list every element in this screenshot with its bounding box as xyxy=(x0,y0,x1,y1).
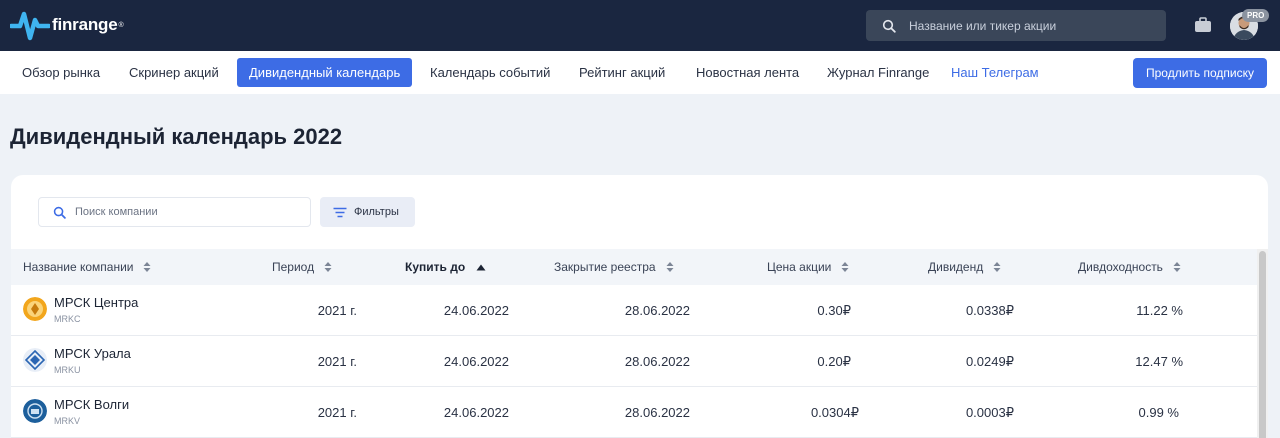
column-label: Закрытие реестра xyxy=(554,260,656,274)
buy-before-cell: 24.06.2022 xyxy=(443,303,509,318)
nav-stock-screener[interactable]: Скринер акций xyxy=(117,58,231,87)
column-dividend[interactable]: Дивиденд xyxy=(928,249,1001,285)
dividend-yield-cell: 12.47 % xyxy=(1135,354,1183,369)
nav-dividend-calendar[interactable]: Дивидендный календарь xyxy=(237,58,413,87)
pro-badge: PRO xyxy=(1242,9,1270,22)
mrsk-urala-logo-icon xyxy=(23,348,47,372)
column-label: Период xyxy=(272,260,315,274)
sort-icon xyxy=(143,262,151,272)
search-icon xyxy=(882,19,896,33)
filters-label: Фильтры xyxy=(354,206,399,218)
logo-text: finrange xyxy=(52,15,118,34)
search-icon xyxy=(53,206,66,219)
scrollbar-thumb[interactable] xyxy=(1259,251,1266,438)
company-ticker: MRKU xyxy=(54,365,81,375)
column-share-price[interactable]: Цена акции xyxy=(767,249,849,285)
column-registry-close[interactable]: Закрытие реестра xyxy=(554,249,674,285)
company-name[interactable]: МРСК Центра xyxy=(54,295,138,310)
company-name[interactable]: МРСК Урала xyxy=(54,346,131,361)
logo-registered-mark: ® xyxy=(118,21,124,29)
ticker-search-input[interactable]: Название или тикер акции xyxy=(866,10,1166,41)
nav-news-feed[interactable]: Новостная лента xyxy=(684,58,811,87)
table-scrollbar[interactable] xyxy=(1257,249,1268,438)
column-label: Название компании xyxy=(23,260,134,274)
table-header: Название компании Период Купить до Закры… xyxy=(11,249,1257,285)
column-label: Цена акции xyxy=(767,260,832,274)
registry-close-cell: 28.06.2022 xyxy=(624,354,690,369)
top-bar: finrange ® Название или тикер акции PRO xyxy=(0,0,1280,51)
table-row[interactable]: МРСК Волги MRKV 2021 г. 24.06.2022 28.06… xyxy=(11,387,1257,438)
company-ticker: MRKV xyxy=(54,416,81,426)
registry-close-cell: 28.06.2022 xyxy=(624,405,690,420)
period-cell: 2021 г. xyxy=(317,354,357,369)
main-nav: Обзор рынка Скринер акций Дивидендный ка… xyxy=(0,51,1280,94)
sort-icon xyxy=(993,262,1001,272)
filters-button[interactable]: Фильтры xyxy=(320,197,415,227)
share-price-cell: 0.20₽ xyxy=(817,354,851,369)
column-company-name[interactable]: Название компании xyxy=(23,249,151,285)
dividend-yield-cell: 0.99 % xyxy=(1138,405,1179,420)
dividend-cell: 0.0003₽ xyxy=(965,405,1014,420)
sort-ascending-icon xyxy=(476,264,486,270)
sort-icon xyxy=(841,262,849,272)
column-label: Дивдоходность xyxy=(1078,260,1163,274)
table-row[interactable]: МРСК Урала MRKU 2021 г. 24.06.2022 28.06… xyxy=(11,336,1257,387)
table-row[interactable]: МРСК Центра MRKC 2021 г. 24.06.2022 28.0… xyxy=(11,285,1257,336)
column-period[interactable]: Период xyxy=(272,249,332,285)
column-label: Купить до xyxy=(405,260,466,274)
ticker-search-placeholder: Название или тикер акции xyxy=(909,18,1057,33)
company-search-placeholder: Поиск компании xyxy=(75,206,158,218)
logo-pulse-icon xyxy=(10,11,50,41)
share-price-cell: 0.30₽ xyxy=(817,303,851,318)
column-buy-before[interactable]: Купить до xyxy=(405,249,486,285)
buy-before-cell: 24.06.2022 xyxy=(443,354,509,369)
dividend-cell: 0.0338₽ xyxy=(965,303,1014,318)
page-title: Дивидендный календарь 2022 xyxy=(10,124,343,149)
registry-close-cell: 28.06.2022 xyxy=(624,303,690,318)
period-cell: 2021 г. xyxy=(317,303,357,318)
sort-icon xyxy=(666,262,674,272)
column-dividend-yield[interactable]: Дивдоходность xyxy=(1078,249,1181,285)
share-price-cell: 0.0304₽ xyxy=(810,405,859,420)
company-name[interactable]: МРСК Волги xyxy=(54,397,129,412)
portfolio-briefcase-icon[interactable] xyxy=(1194,17,1212,33)
renew-subscription-button[interactable]: Продлить подписку xyxy=(1133,58,1267,88)
buy-before-cell: 24.06.2022 xyxy=(443,405,509,420)
nav-events-calendar[interactable]: Календарь событий xyxy=(418,58,562,87)
company-ticker: MRKC xyxy=(54,314,81,324)
mrsk-centra-logo-icon xyxy=(23,297,47,321)
period-cell: 2021 г. xyxy=(317,405,357,420)
nav-market-overview[interactable]: Обзор рынка xyxy=(10,58,112,87)
filter-icon xyxy=(333,207,347,217)
company-search-input[interactable]: Поиск компании xyxy=(38,197,311,227)
dividend-cell: 0.0249₽ xyxy=(965,354,1014,369)
mrsk-volgi-logo-icon xyxy=(23,399,47,423)
finrange-logo[interactable]: finrange ® xyxy=(10,8,124,42)
column-label: Дивиденд xyxy=(928,260,984,274)
nav-finrange-journal[interactable]: Журнал Finrange xyxy=(815,58,941,87)
nav-telegram-link[interactable]: Наш Телеграм xyxy=(939,58,1051,87)
sort-icon xyxy=(324,262,332,272)
nav-stock-rating[interactable]: Рейтинг акций xyxy=(567,58,677,87)
dividend-yield-cell: 11.22 % xyxy=(1136,303,1183,318)
dividend-table-card: Поиск компании Фильтры Название компании… xyxy=(11,175,1268,438)
sort-icon xyxy=(1173,262,1181,272)
